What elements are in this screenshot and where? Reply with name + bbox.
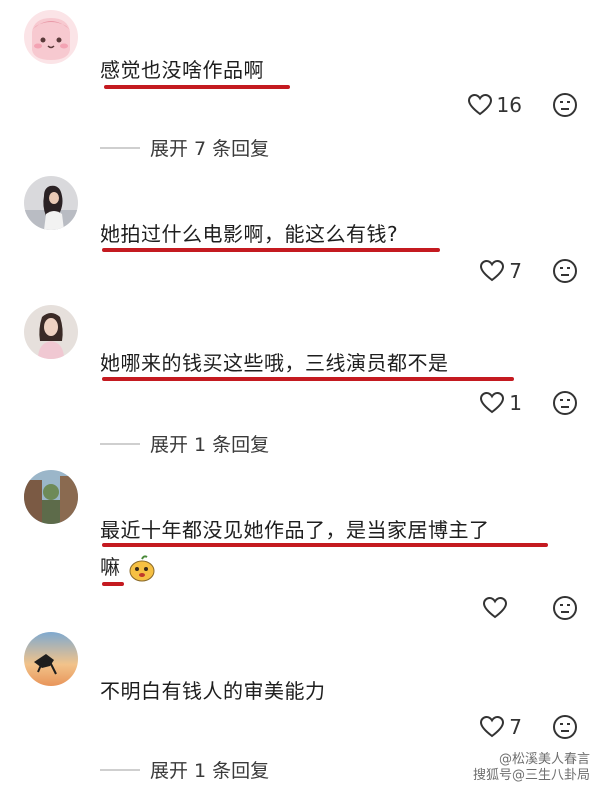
expand-replies[interactable]: 展开 7 条回复 xyxy=(100,134,269,161)
dislike-face-icon[interactable] xyxy=(552,390,578,416)
divider-dash xyxy=(100,442,140,445)
dislike-face-icon[interactable] xyxy=(552,258,578,284)
highlight-underline xyxy=(102,248,440,252)
heart-icon xyxy=(480,715,505,738)
avatar-sunset-silhouette[interactable] xyxy=(24,632,78,686)
like-button[interactable]: 1 xyxy=(479,391,522,415)
expand-replies[interactable]: 展开 1 条回复 xyxy=(100,430,269,457)
heart-icon xyxy=(480,391,505,414)
comment-text-line2: 嘛 xyxy=(100,555,121,579)
comment-text: 感觉也没啥作品啊 xyxy=(100,58,264,82)
highlight-underline xyxy=(102,543,548,547)
comment-text: 不明白有钱人的审美能力 xyxy=(100,679,326,703)
dislike-face-icon[interactable] xyxy=(552,595,578,621)
highlight-underline xyxy=(102,582,124,586)
heart-icon xyxy=(467,93,492,116)
like-button[interactable]: 7 xyxy=(479,259,522,283)
expand-replies[interactable]: 展开 1 条回复 xyxy=(100,756,269,783)
divider-dash xyxy=(100,768,140,771)
expand-replies-label: 展开 7 条回复 xyxy=(150,138,270,160)
avatar-woman-photo[interactable] xyxy=(24,176,78,230)
comment-text-continued: 嘛 xyxy=(100,552,157,583)
sunset-silhouette-avatar-icon xyxy=(24,632,78,686)
orange-face-sticker-icon xyxy=(129,554,155,581)
like-count: 7 xyxy=(509,259,522,283)
watermark-line2: 搜狐号@三生八卦局 xyxy=(472,768,590,783)
heart-icon xyxy=(482,596,508,619)
like-button[interactable] xyxy=(482,596,522,620)
comment-actions: 1 xyxy=(479,390,578,416)
woman-portrait-avatar-icon xyxy=(24,305,78,359)
street-photo-avatar-icon xyxy=(24,470,78,524)
comment-actions: 16 xyxy=(467,92,578,118)
like-button[interactable]: 16 xyxy=(467,93,522,117)
like-count: 7 xyxy=(509,715,522,739)
highlight-underline xyxy=(102,377,514,381)
comment-actions: 7 xyxy=(479,714,578,740)
watermark: @松溪美人春言 搜狐号@三生八卦局 xyxy=(473,752,590,784)
like-button[interactable]: 7 xyxy=(479,715,522,739)
woman-photo-avatar-icon xyxy=(24,176,78,230)
divider-dash xyxy=(100,146,140,149)
comment-actions xyxy=(482,595,578,621)
comment-actions: 7 xyxy=(479,258,578,284)
like-count: 1 xyxy=(509,391,522,415)
expand-replies-label: 展开 1 条回复 xyxy=(150,760,270,782)
comment-text: 她拍过什么电影啊，能这么有钱? xyxy=(100,222,399,246)
comment-text: 最近十年都没见她作品了，是当家居博主了 xyxy=(100,518,490,542)
watermark-line1: @松溪美人春言 xyxy=(498,752,590,767)
pink-cartoon-avatar-icon xyxy=(24,10,78,64)
dislike-face-icon[interactable] xyxy=(552,92,578,118)
highlight-underline xyxy=(104,85,290,89)
dislike-face-icon[interactable] xyxy=(552,714,578,740)
comment-text: 她哪来的钱买这些哦，三线演员都不是 xyxy=(100,351,449,375)
like-count: 16 xyxy=(496,93,522,117)
avatar-pink-cartoon[interactable] xyxy=(24,10,78,64)
avatar-street-photo[interactable] xyxy=(24,470,78,524)
avatar-woman-portrait[interactable] xyxy=(24,305,78,359)
heart-icon xyxy=(480,259,505,282)
expand-replies-label: 展开 1 条回复 xyxy=(150,434,270,456)
